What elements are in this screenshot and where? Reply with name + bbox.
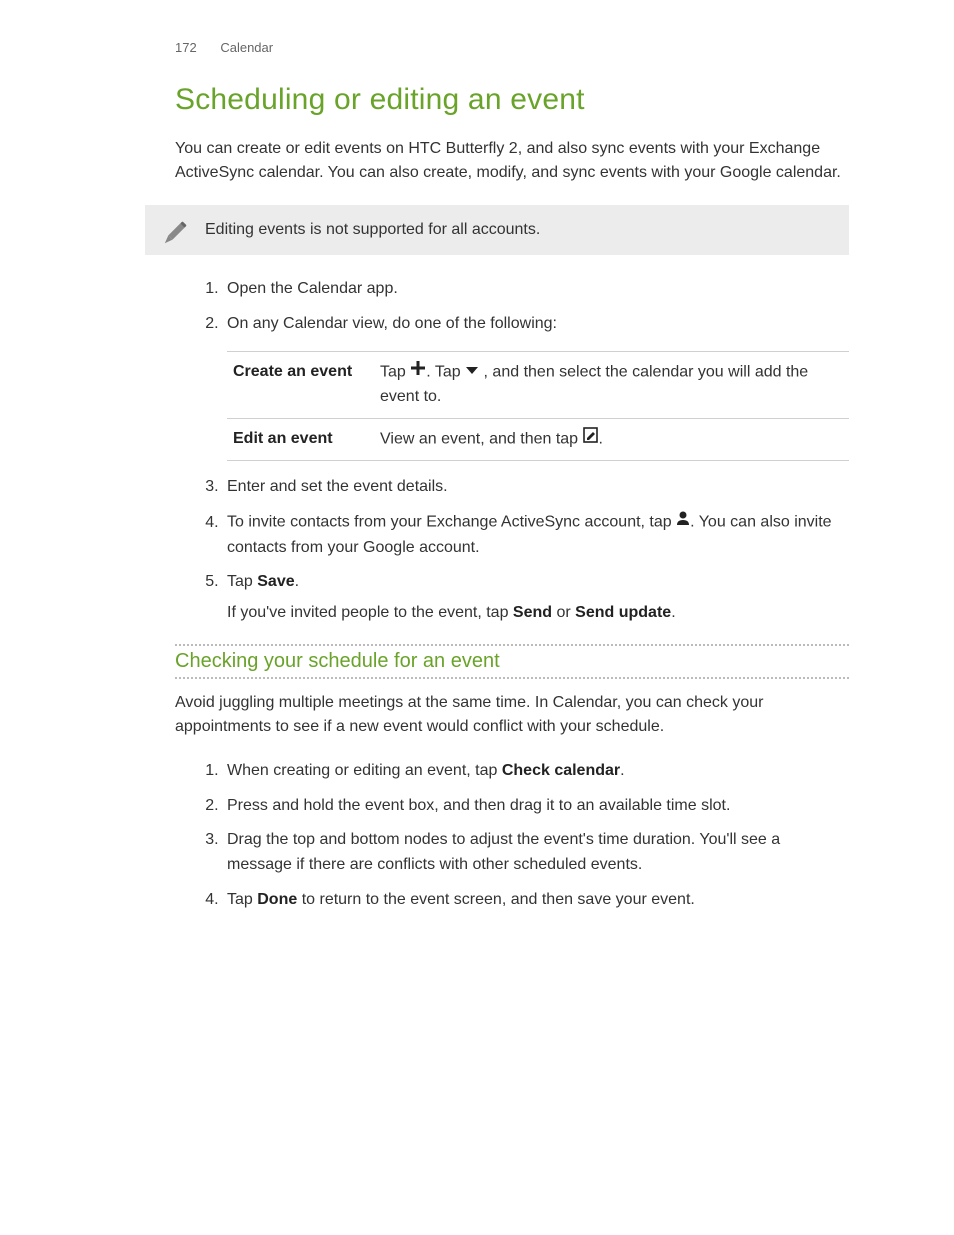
substep-1: When creating or editing an event, tap C… [223, 759, 849, 784]
edit-event-desc: View an event, and then tap . [374, 418, 849, 460]
page-title: Scheduling or editing an event [175, 83, 849, 117]
section-name: Calendar [220, 40, 273, 55]
steps-list: Open the Calendar app. On any Calendar v… [175, 277, 849, 626]
substep-4: Tap Done to return to the event screen, … [223, 888, 849, 913]
page-header: 172 Calendar [175, 40, 849, 55]
page-number: 172 [175, 40, 197, 55]
table-row: Create an event Tap . Tap , and then sel… [227, 351, 849, 418]
plus-icon [410, 360, 426, 385]
step-4: To invite contacts from your Exchange Ac… [223, 510, 849, 560]
substep-3: Drag the top and bottom nodes to adjust … [223, 828, 849, 878]
substeps-list: When creating or editing an event, tap C… [175, 759, 849, 913]
contact-icon [676, 510, 690, 535]
section-divider: Checking your schedule for an event [175, 644, 849, 679]
step-5: Tap Save. If you've invited people to th… [223, 570, 849, 626]
step-2: On any Calendar view, do one of the foll… [223, 312, 849, 461]
table-row: Edit an event View an event, and then ta… [227, 418, 849, 460]
substep-2: Press and hold the event box, and then d… [223, 794, 849, 819]
note-box: Editing events is not supported for all … [145, 205, 849, 255]
dropdown-icon [465, 360, 479, 385]
intro-paragraph: You can create or edit events on HTC But… [175, 137, 849, 185]
step-5-note: If you've invited people to the event, t… [227, 601, 849, 626]
create-event-desc: Tap . Tap , and then select the calendar… [374, 351, 849, 418]
step-1: Open the Calendar app. [223, 277, 849, 302]
action-table: Create an event Tap . Tap , and then sel… [227, 351, 849, 462]
edit-event-label: Edit an event [233, 430, 333, 447]
step-3: Enter and set the event details. [223, 475, 849, 500]
pen-icon [157, 217, 191, 256]
edit-icon [583, 427, 599, 452]
page: 172 Calendar Scheduling or editing an ev… [0, 0, 954, 1235]
note-text: Editing events is not supported for all … [205, 221, 829, 239]
create-event-label: Create an event [233, 363, 352, 380]
sub-intro-paragraph: Avoid juggling multiple meetings at the … [175, 691, 849, 739]
subheading: Checking your schedule for an event [175, 648, 849, 675]
